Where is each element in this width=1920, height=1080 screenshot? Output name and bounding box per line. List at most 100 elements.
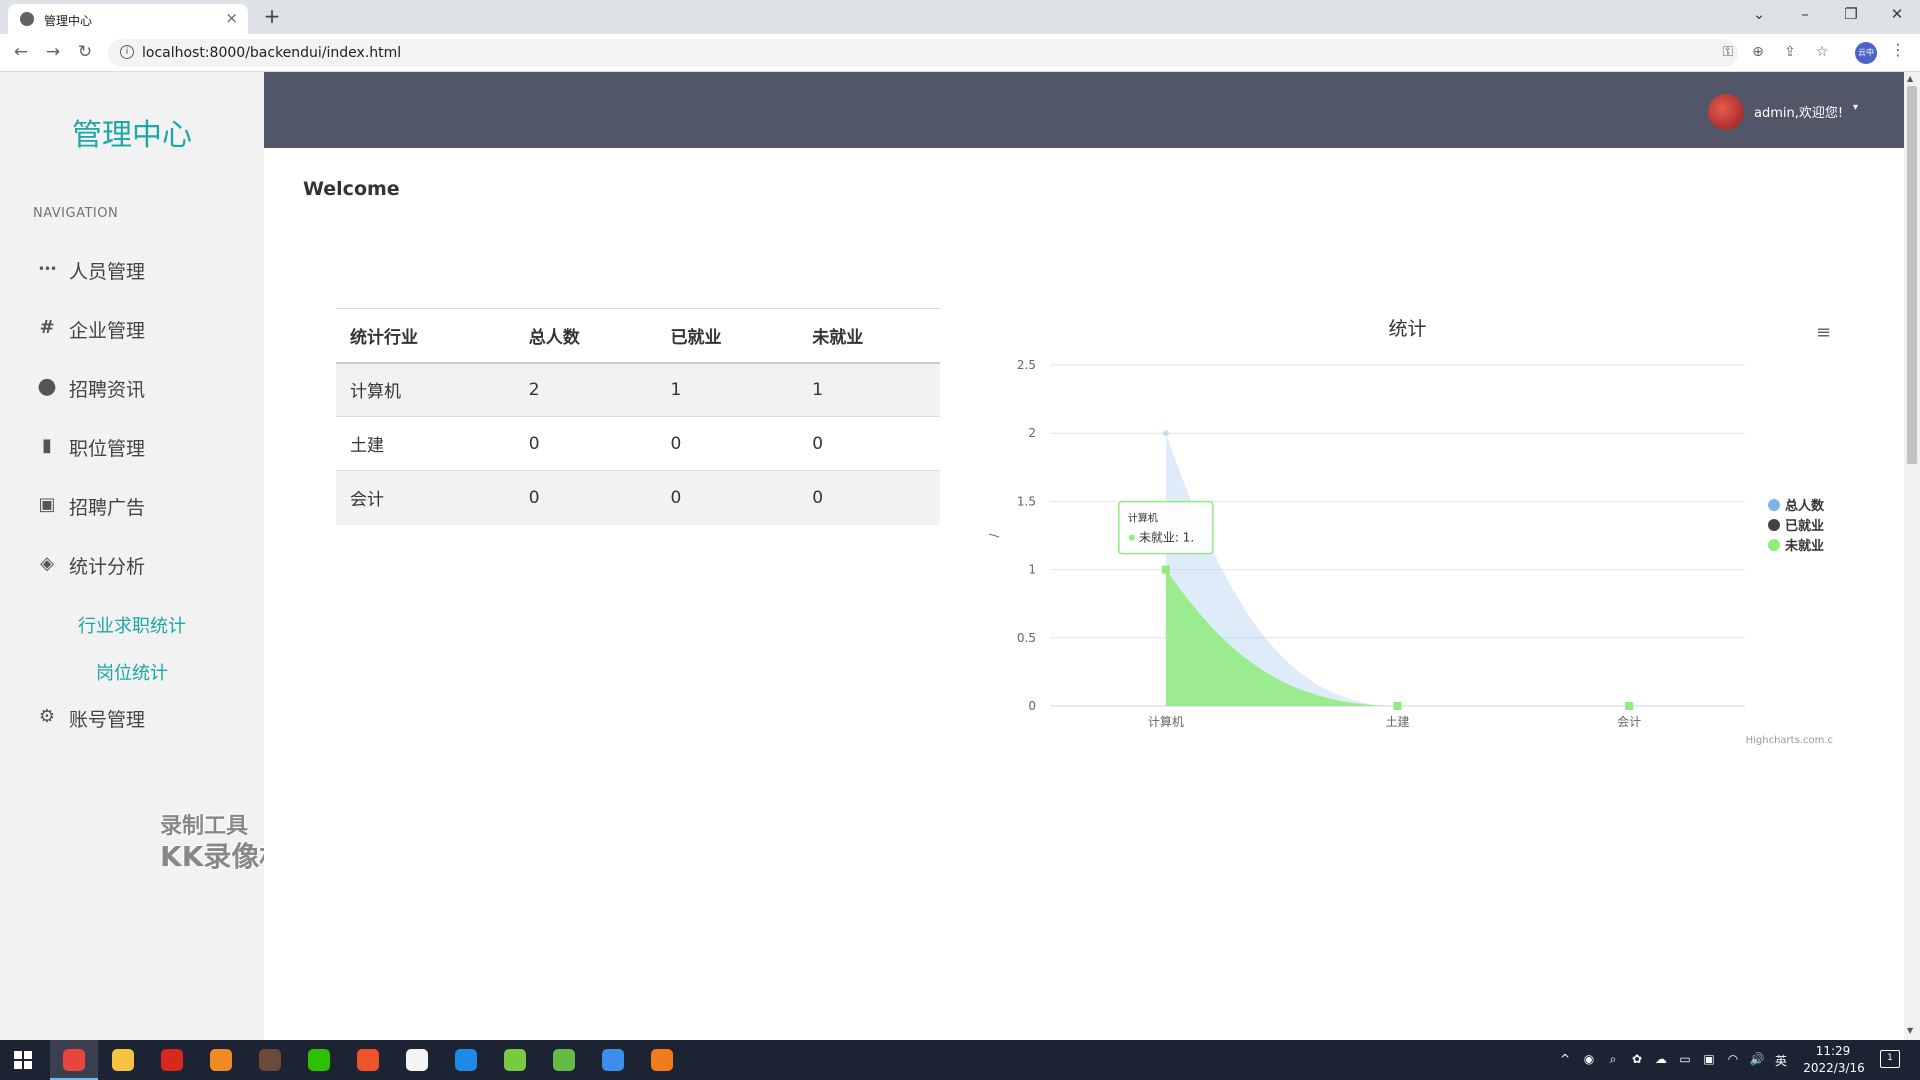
taskbar-app-notepad[interactable] (540, 1040, 588, 1080)
tray-icon[interactable]: ▣ (1700, 1052, 1718, 1066)
sidebar-item-position[interactable]: ▮ 职位管理 (30, 429, 250, 465)
table-cell: 0 (798, 416, 940, 471)
taskbar-app-qq-fox[interactable] (393, 1040, 441, 1080)
tray-icon[interactable]: ◠ (1724, 1052, 1742, 1066)
tab-search-icon[interactable]: ⌄ (1744, 5, 1774, 23)
sidebar-subitem-industry-stats[interactable]: 行业求职统计 (0, 612, 264, 638)
column-header: 总人数 (514, 308, 657, 364)
brand-title[interactable]: 管理中心 (0, 110, 264, 154)
share-icon[interactable]: ⇪ (1780, 44, 1800, 60)
sidebar-item-personnel[interactable]: ••• 人员管理 (30, 252, 250, 288)
file-icon: ▮ (42, 435, 52, 456)
table-row: 计算机 2 1 1 (336, 362, 940, 417)
chart-svg: 统计/00.511.522.5计算机 土建 会计计算机未就业: 1.总人数已就业未就… (987, 318, 1833, 746)
tray-icon[interactable]: 🔊 (1748, 1052, 1766, 1066)
address-bar[interactable]: i localhost:8000/backendui/index.html ⚿ … (108, 39, 1828, 67)
clock-time[interactable]: 11:29 (1813, 1044, 1853, 1058)
taskbar-app-recorder[interactable] (638, 1040, 686, 1080)
legend-marker (1768, 519, 1780, 531)
zoom-icon[interactable]: ⊕ (1748, 44, 1768, 60)
scroll-up-arrow[interactable]: ▲ (1907, 74, 1913, 83)
sidebar-item-statistics[interactable]: ◈ 统计分析 (30, 547, 250, 583)
tooltip-value: 未就业: 1. (1139, 531, 1194, 545)
close-window-button[interactable]: ✕ (1882, 5, 1912, 23)
data-point (1393, 702, 1402, 710)
sidebar-item-label: 账号管理 (69, 709, 146, 731)
hashtag-icon: # (39, 317, 55, 338)
browser-tab[interactable]: 管理中心 × (8, 4, 248, 34)
browser-blue-icon (455, 1049, 477, 1071)
chevron-down-icon[interactable]: ▾ (1853, 102, 1858, 113)
y-tick-label: 2.5 (1017, 358, 1036, 372)
x-tick-label: 土建 (1385, 715, 1409, 729)
stats-table: 统计行业 总人数 已就业 未就业 计算机 2 1 1 土建 0 0 0 会计 0… (336, 308, 940, 525)
taskbar-app-magnifier[interactable] (589, 1040, 637, 1080)
tray-icon[interactable]: ▭ (1676, 1052, 1694, 1066)
sidebar-item-enterprise[interactable]: # 企业管理 (30, 311, 250, 347)
table-cell: 0 (798, 470, 940, 525)
tray-icon[interactable]: 英 (1772, 1052, 1790, 1069)
reload-button[interactable]: ↻ (74, 42, 96, 62)
table-row: 会计 0 0 0 (336, 470, 940, 525)
x-tick-label: 计算机 (1148, 714, 1184, 729)
browser-tab-bar: 管理中心 × + ⌄ – ❐ ✕ (0, 0, 1920, 34)
tray-icon[interactable]: ☁ (1652, 1052, 1670, 1066)
minimize-button[interactable]: – (1790, 5, 1820, 23)
sidebar-item-accounts[interactable]: ⚙ 账号管理 (30, 700, 250, 736)
profile-avatar[interactable]: 云中 (1855, 42, 1877, 64)
y-axis-label: / (987, 533, 1001, 538)
scroll-down-arrow[interactable]: ▼ (1907, 1026, 1913, 1035)
wechat-icon (308, 1049, 330, 1071)
table-cell: 0 (656, 416, 799, 471)
browser-menu-icon[interactable]: ⋮ (1890, 40, 1906, 59)
taskbar-app-search-tool[interactable] (197, 1040, 245, 1080)
game-icon (259, 1049, 281, 1071)
user-greeting[interactable]: admin,欢迎您! (1754, 102, 1843, 121)
wps-icon (161, 1049, 183, 1071)
recorder-icon (651, 1049, 673, 1071)
url-text[interactable]: localhost:8000/backendui/index.html (142, 45, 401, 61)
taskbar-app-wechat[interactable] (295, 1040, 343, 1080)
notification-icon[interactable]: 1 (1880, 1050, 1900, 1068)
taskbar-app-chrome[interactable] (50, 1040, 98, 1080)
info-icon[interactable]: i (120, 45, 134, 59)
table-cell: 0 (514, 470, 657, 525)
bookmark-star-icon[interactable]: ☆ (1812, 44, 1832, 60)
restore-button[interactable]: ❐ (1836, 5, 1866, 23)
table-cell: 0 (656, 470, 799, 525)
taskbar-app-leaf-app[interactable] (491, 1040, 539, 1080)
legend-label: 总人数 (1785, 498, 1825, 514)
close-tab-icon[interactable]: × (225, 9, 238, 27)
qq-fox-icon (406, 1049, 428, 1071)
tray-icon[interactable]: ◉ (1580, 1052, 1598, 1066)
data-point (1161, 565, 1170, 574)
tray-icon[interactable]: ^ (1556, 1052, 1574, 1066)
back-button[interactable]: ← (10, 42, 32, 62)
taskbar-app-file-explorer[interactable] (99, 1040, 147, 1080)
scroll-thumb[interactable] (1907, 86, 1917, 464)
key-icon[interactable]: ⚿ (1718, 44, 1738, 60)
windows-start-icon[interactable] (14, 1051, 32, 1069)
taskbar-app-wps[interactable] (148, 1040, 196, 1080)
sidebar-item-label: 招聘资讯 (69, 379, 146, 401)
sidebar-subitem-position-stats[interactable]: 岗位统计 (0, 659, 264, 685)
new-tab-button[interactable]: + (260, 4, 284, 28)
sidebar-item-label: 统计分析 (69, 556, 146, 578)
forward-button[interactable]: → (42, 42, 64, 62)
sidebar-item-ads[interactable]: ▣ 招聘广告 (30, 488, 250, 524)
column-header: 统计行业 (336, 308, 515, 364)
image-icon: ▣ (38, 494, 56, 515)
y-tick-label: 1.5 (1017, 494, 1036, 508)
tray-icon[interactable]: ✿ (1628, 1052, 1646, 1066)
table-cell: 2 (514, 362, 657, 417)
legend-marker (1768, 499, 1780, 511)
top-header-bar (264, 72, 1904, 148)
taskbar-app-video[interactable] (344, 1040, 392, 1080)
sidebar-item-recruit-news[interactable]: ● 招聘资讯 (30, 370, 250, 406)
clock-date[interactable]: 2022/3/16 (1798, 1061, 1870, 1075)
tray-icon[interactable]: ⌕ (1604, 1052, 1622, 1067)
taskbar-app-game[interactable] (246, 1040, 294, 1080)
avatar[interactable] (1708, 94, 1744, 130)
chart-menu-icon[interactable]: ≡ (1816, 322, 1831, 343)
taskbar-app-browser-blue[interactable] (442, 1040, 490, 1080)
